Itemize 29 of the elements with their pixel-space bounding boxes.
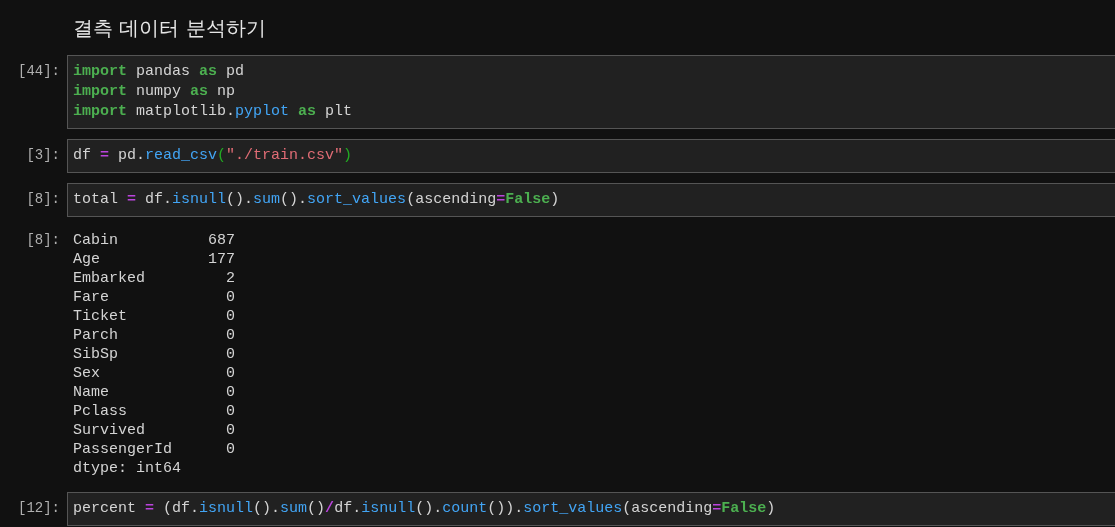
output-line: Pclass 0 [73, 402, 236, 421]
output-line: Sex 0 [73, 364, 236, 383]
output-line: Ticket 0 [73, 307, 236, 326]
code-cell[interactable]: total = df.isnull().sum().sort_values(ascending=False) [67, 183, 1115, 217]
code-line: percent = (df.isnull().sum()/df.isnull().count()).sort_values(ascending=False) [73, 499, 777, 519]
output-line: Fare 0 [73, 288, 236, 307]
code-line: import matplotlib.pyplot as plt [73, 102, 354, 122]
output-line: Survived 0 [73, 421, 236, 440]
output-line: Embarked 2 [73, 269, 236, 288]
output-line: Parch 0 [73, 326, 236, 345]
output-line: PassengerId 0 [73, 440, 236, 459]
cell-prompt: [12]: [17, 499, 61, 518]
cell-prompt: [3]: [25, 146, 61, 165]
code-line: import pandas as pd [73, 62, 246, 82]
code-cell[interactable]: import pandas as pd import numpy as np import matplotlib.pyplot as plt [67, 55, 1115, 129]
output-line: Name 0 [73, 383, 236, 402]
cell-prompt: [8]: [25, 231, 61, 250]
code-line: import numpy as np [73, 82, 237, 102]
output-line: SibSp 0 [73, 345, 236, 364]
code-cell[interactable]: df = pd.read_csv("./train.csv") [67, 139, 1115, 173]
section-heading: 결측 데이터 분석하기 [73, 15, 267, 42]
code-line: df = pd.read_csv("./train.csv") [73, 146, 354, 166]
output-line: Age 177 [73, 250, 236, 269]
output-line: Cabin 687 [73, 231, 236, 250]
cell-prompt: [44]: [17, 62, 61, 81]
code-line: total = df.isnull().sum().sort_values(ascending=False) [73, 190, 561, 210]
cell-prompt: [8]: [25, 190, 61, 209]
code-cell[interactable]: percent = (df.isnull().sum()/df.isnull().count()).sort_values(ascending=False) [67, 492, 1115, 526]
output-line: dtype: int64 [73, 459, 182, 478]
